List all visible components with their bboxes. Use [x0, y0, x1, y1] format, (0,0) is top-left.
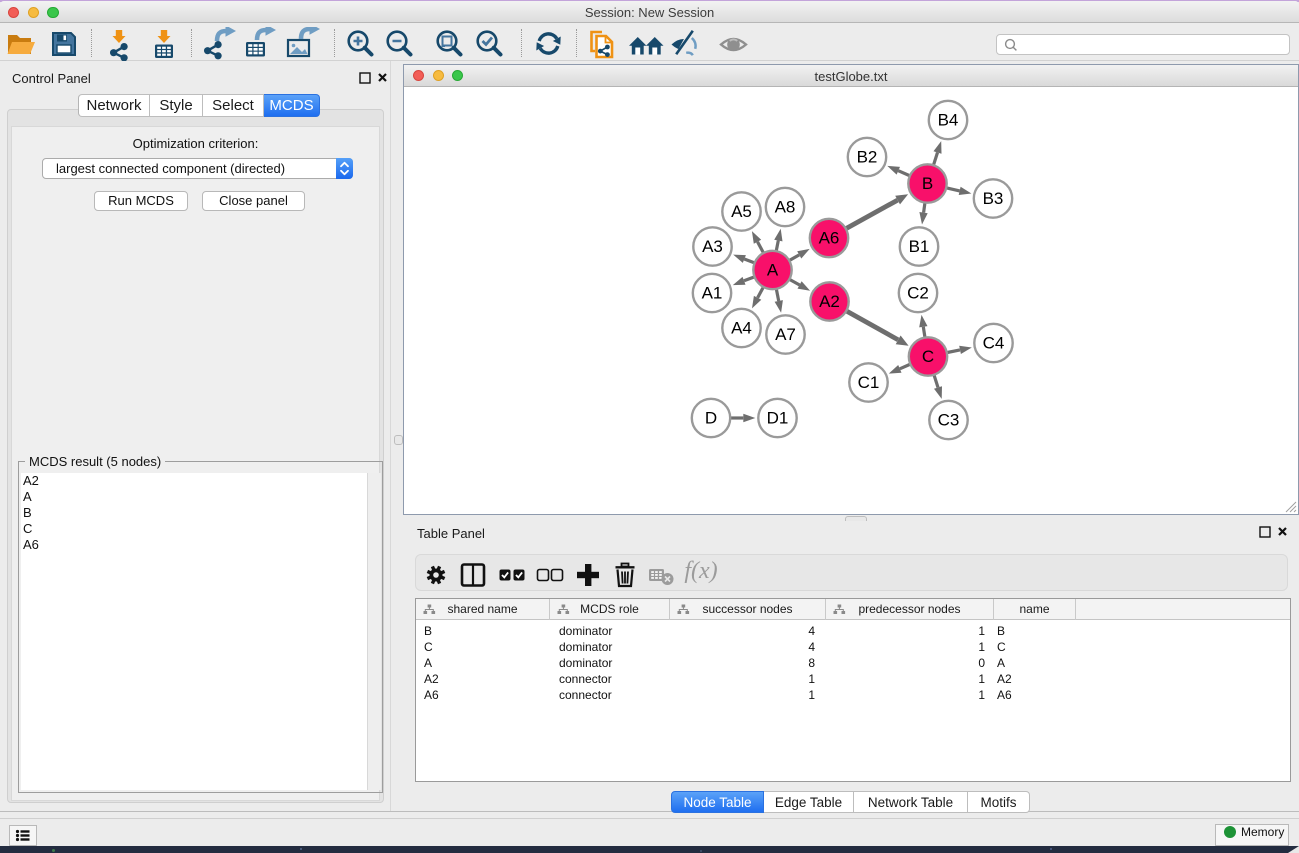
svg-text:C4: C4: [983, 334, 1005, 353]
svg-text:D: D: [705, 409, 717, 428]
svg-text:A1: A1: [702, 284, 723, 303]
svg-text:D1: D1: [767, 409, 789, 428]
svg-text:A2: A2: [819, 292, 840, 311]
svg-text:A6: A6: [819, 229, 840, 248]
svg-text:B1: B1: [909, 237, 930, 256]
svg-text:C1: C1: [858, 373, 880, 392]
svg-text:A5: A5: [731, 202, 752, 221]
svg-text:C2: C2: [907, 284, 929, 303]
svg-text:A: A: [767, 261, 779, 280]
svg-text:A8: A8: [775, 198, 796, 217]
svg-text:B3: B3: [983, 189, 1004, 208]
svg-text:A7: A7: [775, 325, 796, 344]
svg-text:B: B: [922, 174, 933, 193]
svg-text:A4: A4: [731, 319, 752, 338]
svg-text:C3: C3: [938, 411, 960, 430]
svg-text:B2: B2: [857, 148, 878, 167]
svg-text:B4: B4: [938, 111, 959, 130]
svg-text:C: C: [922, 347, 934, 366]
svg-text:A3: A3: [702, 237, 723, 256]
